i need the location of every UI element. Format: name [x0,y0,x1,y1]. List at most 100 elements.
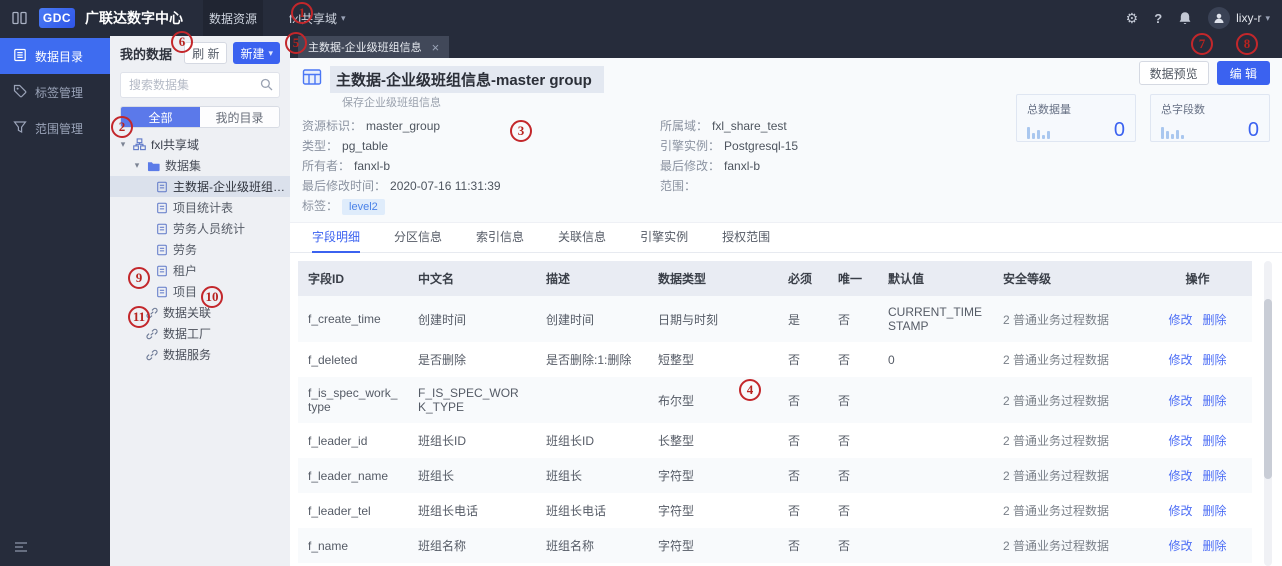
nav-data-resource[interactable]: 数据资源 [203,0,264,36]
tree-link-item[interactable]: 数据关联 [110,302,290,323]
field-cell: 2 普通业务过程数据 [1003,469,1110,483]
segment-my-catalog[interactable]: 我的目录 [200,107,279,127]
segment-all[interactable]: 全部 [121,107,200,127]
app-grid-icon[interactable] [12,11,27,25]
field-cell: 否 [788,469,801,483]
dataset-label: 劳务 [173,243,198,257]
dataset-label: 项目统计表 [173,201,234,215]
nav-domain-dropdown[interactable]: fxl共享域 ▾ [283,0,352,36]
bell-icon[interactable] [1178,11,1192,26]
delete-link[interactable]: 删除 [1203,394,1227,408]
folder-label: 数据集 [165,159,202,173]
scrollbar-thumb[interactable] [1264,299,1272,479]
field-cell: 班组长 [418,469,455,483]
delete-link[interactable]: 删除 [1203,353,1227,367]
tree-dataset-item[interactable]: 主数据-企业级班组信息 [110,176,290,197]
dataset-icon [156,202,168,214]
sidebar-item-scope-management[interactable]: 范围管理 [0,110,110,146]
dataset-search-input[interactable] [120,72,280,98]
field-cell: 否 [788,504,801,518]
tree-expand-icon[interactable]: ▾ [118,139,128,150]
table-icon [302,67,322,92]
avatar[interactable] [1208,7,1231,29]
field-tab[interactable]: 关联信息 [558,223,606,253]
refresh-button[interactable]: 刷 新 [184,42,228,64]
field-row: f_leader_id 班组长ID 班组长ID 长整型 否 否 2 普通业务过程数据 修改 删除 [298,423,1252,458]
sidebar-item-label: 标签管理 [35,85,84,100]
tree-link-item[interactable]: 数据服务 [110,344,290,365]
sidebar-item-data-catalog[interactable]: 数据目录 [0,38,110,74]
meta-value: fxl_share_test [712,119,787,133]
chain-link-icon [146,349,158,361]
search-icon[interactable] [260,78,273,96]
edit-link[interactable]: 修改 [1168,504,1192,518]
delete-link[interactable]: 删除 [1203,313,1227,327]
edit-link[interactable]: 修改 [1168,539,1192,553]
field-tab[interactable]: 索引信息 [476,223,524,253]
field-cell: 是否删除:1:删除 [546,353,632,367]
tree-dataset-item[interactable]: 项目 [110,281,290,302]
vertical-scrollbar[interactable] [1264,261,1272,566]
app-title: 广联达数字中心 [85,10,183,26]
tree-expand-icon[interactable]: ▾ [132,160,142,171]
actions-cell: 修改删除 [1143,296,1252,342]
bar-chart-icon [1161,126,1184,139]
field-tab[interactable]: 引擎实例 [640,223,688,253]
dataset-description: 保存企业级班组信息 [342,97,441,109]
field-tab[interactable]: 授权范围 [722,223,770,253]
edit-link[interactable]: 修改 [1168,469,1192,483]
field-cell: 否 [838,504,851,518]
edit-button[interactable]: 编 辑 [1216,61,1270,85]
meta-label: 最后修改： [660,159,721,173]
field-cell: 否 [838,469,851,483]
field-cell: 班组长电话 [546,504,607,518]
tree-link-item[interactable]: 数据工厂 [110,323,290,344]
tree-link-list: 数据关联 数据工厂 数据服务 [110,302,290,365]
tree-dataset-folder[interactable]: ▾ 数据集 [110,155,290,176]
edit-link[interactable]: 修改 [1168,353,1192,367]
document-tab-label: 主数据-企业级班组信息 [308,42,422,54]
edit-link[interactable]: 修改 [1168,434,1192,448]
tree-dataset-list: 主数据-企业级班组信息项目统计表劳务人员统计劳务租户 项目 [110,176,290,302]
tree-dataset-item[interactable]: 劳务人员统计 [110,218,290,239]
field-row: f_deleted 是否删除 是否删除:1:删除 短整型 否 否 0 2 普通业务过程数据 修改… [298,342,1252,377]
data-preview-button[interactable]: 数据预览 [1138,61,1209,85]
delete-link[interactable]: 删除 [1203,434,1227,448]
field-cell: 班组长ID [418,434,467,448]
field-cell: 2 普通业务过程数据 [1003,504,1110,518]
chevron-down-icon: ▾ [341,12,346,23]
tree-dataset-item[interactable]: 劳务 [110,239,290,260]
field-cell: 否 [788,353,801,367]
sidebar: 数据目录 标签管理 范围管理 [0,36,110,566]
settings-icon[interactable]: ⚙ [1126,10,1139,27]
field-cell: 班组长电话 [418,504,479,518]
dataset-icon [156,223,168,235]
field-cell [536,377,648,423]
edit-link[interactable]: 修改 [1168,394,1192,408]
delete-link[interactable]: 删除 [1203,539,1227,553]
document-tab[interactable]: 主数据-企业级班组信息 × [298,36,450,58]
field-row: f_create_time 创建时间 创建时间 日期与时刻 是 否 CURRENT_TIME… [298,296,1252,342]
create-button[interactable]: 新建 ▾ [233,42,280,64]
delete-link[interactable]: 删除 [1203,504,1227,518]
username[interactable]: lixy-r [1236,11,1261,25]
delete-link[interactable]: 删除 [1203,469,1227,483]
field-cell: 班组长ID [546,434,595,448]
column-header: 默认值 [878,261,993,296]
collapse-menu-icon[interactable] [14,540,28,558]
edit-link[interactable]: 修改 [1168,313,1192,327]
sidebar-item-tag-management[interactable]: 标签管理 [0,74,110,110]
field-tab[interactable]: 分区信息 [394,223,442,253]
close-icon[interactable]: × [432,41,440,54]
dataset-icon [156,286,168,298]
tree-domain-node[interactable]: ▾ fxl共享域 [110,134,290,155]
field-tab[interactable]: 字段明细 [312,223,361,253]
field-cell: 否 [838,434,851,448]
help-icon[interactable]: ? [1154,11,1162,26]
tree-dataset-item[interactable]: 租户 [110,260,290,281]
chain-link-icon [146,328,158,340]
column-header: 安全等级 [993,261,1143,296]
actions-cell: 修改删除 [1143,342,1252,377]
gdc-app-window: GDC 广联达数字中心 数据资源 fxl共享域 ▾ ⚙ ? lixy-r ▾ 数… [0,0,1282,566]
tree-dataset-item[interactable]: 项目统计表 [110,197,290,218]
